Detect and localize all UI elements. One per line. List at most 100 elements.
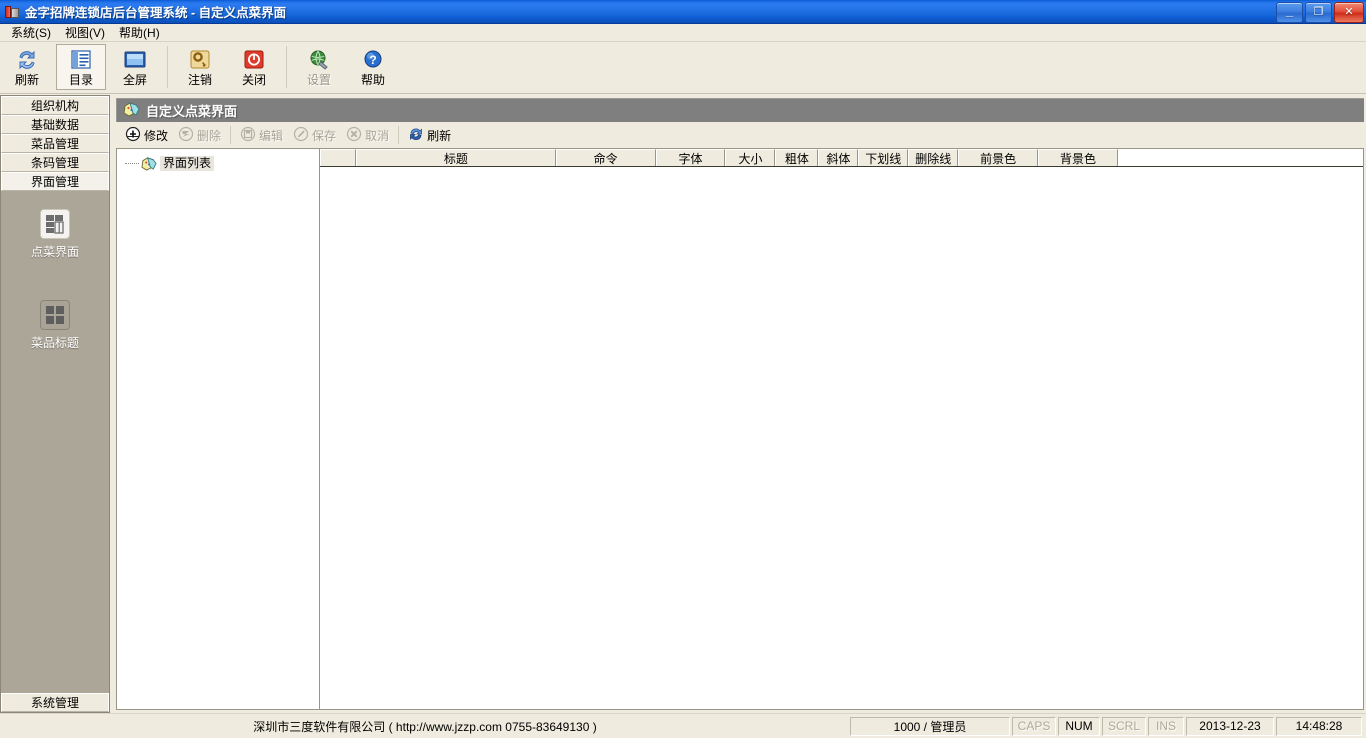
- menu-view-label: 视图: [65, 26, 90, 40]
- menu-bar: 系统(S) 视图(V) 帮助(H): [0, 24, 1366, 42]
- status-company: 深圳市三度软件有限公司 ( http://www.jzzp.com 0755-8…: [253, 719, 597, 734]
- toolbar-logout-button[interactable]: 注销: [175, 44, 225, 90]
- content-body: 界面列表 标题 命令 字体 大小 粗体 斜体 下划线 删除线 前景色 背景色: [116, 148, 1364, 710]
- status-date: 2013-12-23: [1186, 716, 1274, 736]
- toolbar-settings-label: 设置: [306, 73, 331, 87]
- grid-col-command[interactable]: 命令: [555, 149, 656, 166]
- refresh-small-icon: [408, 126, 424, 145]
- grid-col-size[interactable]: 大小: [725, 149, 776, 166]
- power-close-icon: [241, 48, 267, 72]
- tree-connector: [125, 162, 139, 165]
- sidebar-group-interface-management-label: 界面管理: [30, 175, 79, 189]
- menu-view[interactable]: 视图(V): [58, 23, 112, 42]
- grid-col-strikeout[interactable]: 删除线: [908, 149, 959, 166]
- action-cancel-button[interactable]: 取消: [341, 124, 394, 146]
- action-edit-button[interactable]: 编辑: [235, 124, 288, 146]
- action-cancel-label: 取消: [365, 128, 390, 143]
- toolbar-fullscreen-button[interactable]: 全屏: [110, 44, 160, 90]
- grid-col-italic[interactable]: 斜体: [818, 149, 859, 166]
- status-user: 1000 / 管理员: [850, 716, 1010, 736]
- toolbar-fullscreen-label: 全屏: [122, 73, 147, 87]
- sidebar-group-barcode-management[interactable]: 条码管理: [1, 153, 109, 172]
- grid-col-bold[interactable]: 粗体: [775, 149, 819, 166]
- toolbar-separator: [167, 46, 168, 88]
- maximize-button[interactable]: ❐: [1305, 2, 1332, 23]
- sidebar-group-basic-data[interactable]: 基础数据: [1, 115, 109, 134]
- grid-col-title[interactable]: 标题: [355, 149, 556, 166]
- modify-plus-icon: [125, 126, 141, 145]
- sidebar-items: 点菜界面 菜品标题: [1, 199, 109, 351]
- grid-header-underline: [320, 166, 1363, 167]
- sidebar-group-system-management-label: 系统管理: [30, 696, 79, 710]
- sidebar-group-interface-management[interactable]: 界面管理: [1, 172, 109, 191]
- tree-root-node[interactable]: 界面列表: [125, 156, 319, 172]
- menu-help-label: 帮助: [119, 26, 144, 40]
- interface-items-grid[interactable]: 标题 命令 字体 大小 粗体 斜体 下划线 删除线 前景色 背景色: [320, 148, 1364, 710]
- app-icon: [4, 4, 20, 20]
- toolbar-help-button[interactable]: ? 帮助: [348, 44, 398, 90]
- edit-disk-icon: [240, 126, 256, 145]
- cancel-x-icon: [346, 126, 362, 145]
- menu-system-label: 系统: [11, 26, 36, 40]
- action-refresh-label: 刷新: [427, 128, 452, 143]
- sidebar-group-organization-label: 组织机构: [30, 99, 79, 113]
- save-pen-icon: [293, 126, 309, 145]
- grid-col-indicator[interactable]: [320, 149, 356, 166]
- tree-root-label: 界面列表: [160, 156, 215, 172]
- grid-col-forecolor[interactable]: 前景色: [958, 149, 1039, 166]
- toolbar-close-button[interactable]: 关闭: [229, 44, 279, 90]
- grid-col-backcolor[interactable]: 背景色: [1038, 149, 1119, 166]
- sidebar-item-dish-title[interactable]: 菜品标题: [1, 290, 109, 351]
- menu-system-accel: (S): [35, 26, 52, 40]
- sidebar-group-basic-data-label: 基础数据: [30, 118, 79, 132]
- help-question-icon: ?: [360, 48, 386, 72]
- application-window: 金字招牌连锁店后台管理系统 - 自定义点菜界面 _ ❐ ✕ 系统(S) 视图(V…: [0, 0, 1366, 738]
- window-controls: _ ❐ ✕: [1276, 2, 1364, 23]
- sidebar-item-order-interface-label: 点菜界面: [30, 245, 79, 259]
- fullscreen-icon: [122, 48, 148, 72]
- interface-tree-pane[interactable]: 界面列表: [116, 148, 320, 710]
- toolbar-catalog-button[interactable]: 目录: [56, 44, 106, 90]
- close-icon: ✕: [1344, 6, 1354, 18]
- content-panel: 自定义点菜界面 修改 删除 编辑 保存 取消 刷新 界面列表 标题 命令 字体 …: [116, 98, 1364, 710]
- palette-window-icon: [123, 101, 140, 120]
- action-modify-button[interactable]: 修改: [120, 124, 173, 146]
- action-separator-2: [398, 126, 400, 144]
- toolbar-refresh-button[interactable]: 刷新: [2, 44, 52, 90]
- menu-system[interactable]: 系统(S): [4, 23, 58, 42]
- toolbar-settings-button[interactable]: 设置: [294, 44, 344, 90]
- menu-layout-icon: [40, 209, 70, 239]
- menu-view-accel: (V): [89, 26, 106, 40]
- menu-help[interactable]: 帮助(H): [112, 23, 167, 42]
- minimize-button[interactable]: _: [1276, 2, 1303, 23]
- toolbar-help-label: 帮助: [360, 73, 385, 87]
- grid-header-row: 标题 命令 字体 大小 粗体 斜体 下划线 删除线 前景色 背景色: [320, 149, 1119, 167]
- close-button[interactable]: ✕: [1334, 2, 1364, 23]
- status-caps-indicator: CAPS: [1012, 716, 1056, 736]
- sidebar-item-dish-title-label: 菜品标题: [30, 336, 79, 350]
- menu-help-accel: (H): [143, 26, 160, 40]
- delete-icon: [178, 126, 194, 145]
- grid-4-icon: [40, 300, 70, 330]
- toolbar-catalog-label: 目录: [68, 73, 93, 87]
- action-modify-label: 修改: [144, 128, 169, 143]
- sidebar-group-system-management[interactable]: 系统管理: [1, 693, 109, 712]
- action-save-label: 保存: [312, 128, 337, 143]
- action-edit-label: 编辑: [259, 128, 284, 143]
- sidebar-group-organization[interactable]: 组织机构: [1, 96, 109, 115]
- action-delete-button[interactable]: 删除: [173, 124, 226, 146]
- main-toolbar: 刷新 目录 全屏 注销 关闭 设置 ? 帮助: [0, 42, 1366, 94]
- grid-col-font[interactable]: 字体: [655, 149, 726, 166]
- toolbar-refresh-label: 刷新: [14, 73, 39, 87]
- status-ins-indicator: INS: [1148, 716, 1184, 736]
- svg-text:?: ?: [369, 53, 376, 67]
- content-title: 自定义点菜界面: [146, 104, 238, 119]
- action-save-button[interactable]: 保存: [288, 124, 341, 146]
- sidebar-item-order-interface[interactable]: 点菜界面: [1, 199, 109, 260]
- grid-col-underline[interactable]: 下划线: [858, 149, 909, 166]
- action-refresh-button[interactable]: 刷新: [403, 124, 456, 146]
- status-time: 14:48:28: [1276, 716, 1362, 736]
- minimize-icon: _: [1285, 2, 1294, 18]
- refresh-icon: [14, 48, 40, 72]
- sidebar-group-dish-management[interactable]: 菜品管理: [1, 134, 109, 153]
